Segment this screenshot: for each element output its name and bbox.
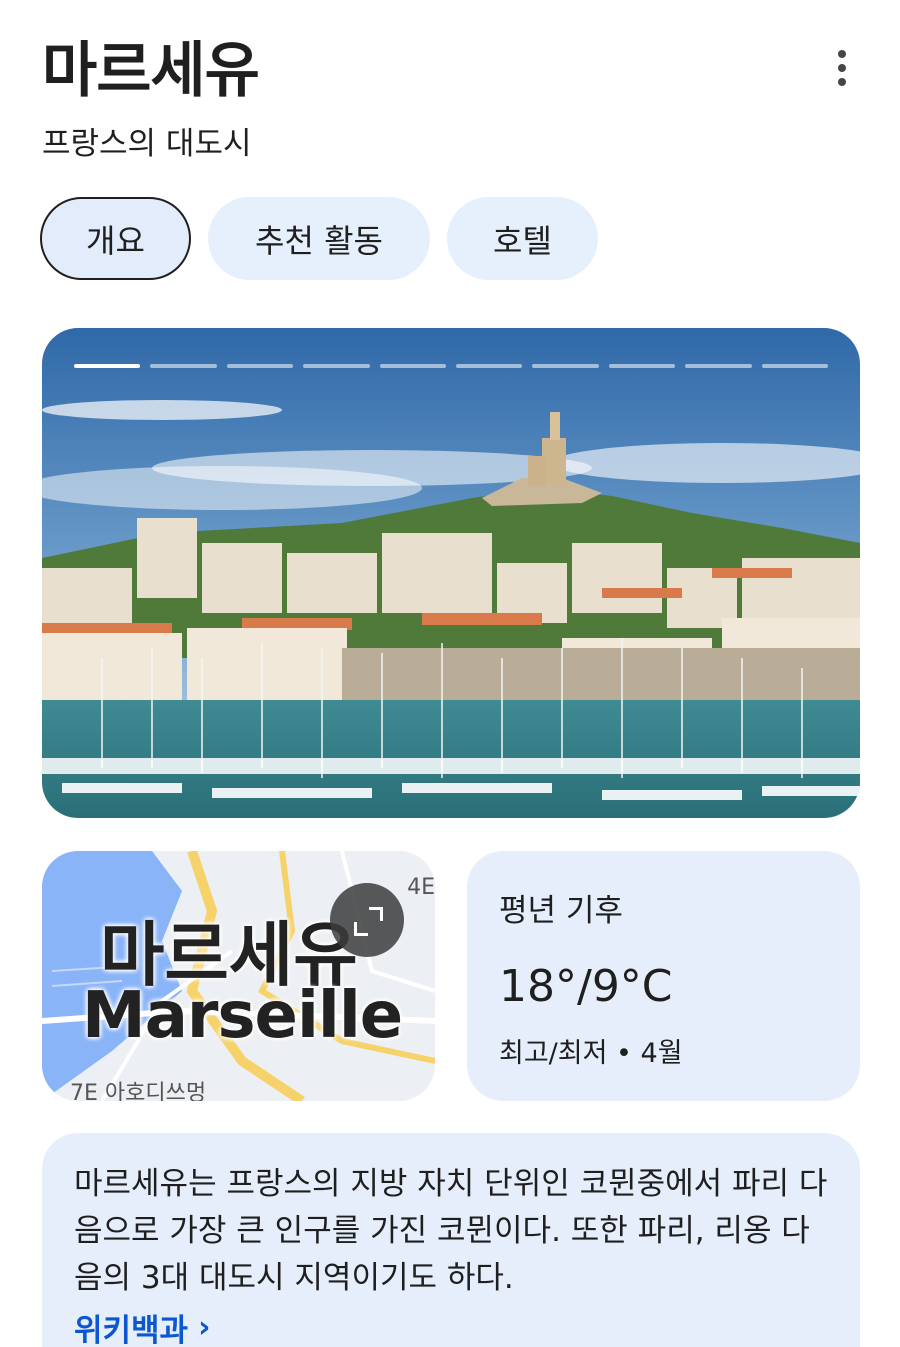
wikipedia-link-label: 위키백과 [74, 1313, 189, 1347]
map-city-label-latin: Marseille [82, 979, 403, 1053]
dot-icon [838, 64, 846, 72]
climate-title: 평년 기후 [499, 893, 623, 929]
tab-activities[interactable]: 추천 활동 [208, 197, 430, 280]
page-subtitle: 프랑스의 대도시 [42, 126, 252, 162]
map-district-label: 4E [407, 875, 435, 900]
progress-segment [150, 364, 217, 368]
dot-icon [838, 78, 846, 86]
progress-segment [456, 364, 523, 368]
gallery-progress [74, 364, 829, 368]
climate-subtitle: 최고/최저 • 4월 [499, 1038, 683, 1069]
map-card[interactable]: 4E 7E 아호디쓰멍 마르세유 Marseille [42, 851, 435, 1101]
progress-segment [226, 364, 294, 368]
map-district-label: 7E 아호디쓰멍 [70, 1081, 207, 1101]
progress-segment [608, 364, 676, 368]
progress-segment [74, 364, 141, 368]
wikipedia-link[interactable]: 위키백과 › [74, 1305, 210, 1347]
climate-temperature: 18°/9°C [499, 961, 673, 1012]
description-card: 마르세유는 프랑스의 지방 자치 단위인 코뮌중에서 파리 다음으로 가장 큰 … [42, 1133, 860, 1347]
description-text: 마르세유는 프랑스의 지방 자치 단위인 코뮌중에서 파리 다음으로 가장 큰 … [74, 1166, 828, 1296]
tab-bar: 개요 추천 활동 호텔 [40, 197, 598, 280]
tab-hotels[interactable]: 호텔 [447, 197, 598, 280]
progress-segment [303, 364, 370, 368]
expand-map-icon[interactable] [330, 883, 404, 957]
page-title: 마르세유 [42, 36, 260, 106]
more-options-button[interactable] [822, 44, 862, 92]
progress-segment [685, 364, 752, 368]
marseille-photo [42, 328, 860, 818]
tab-overview[interactable]: 개요 [40, 197, 191, 280]
progress-segment [532, 364, 599, 368]
progress-segment [379, 364, 447, 368]
dot-icon [838, 50, 846, 58]
progress-segment [761, 364, 829, 368]
climate-card[interactable]: 평년 기후 18°/9°C 최고/최저 • 4월 [467, 851, 860, 1101]
photo-gallery[interactable] [42, 328, 860, 818]
chevron-right-icon: › [198, 1310, 211, 1345]
